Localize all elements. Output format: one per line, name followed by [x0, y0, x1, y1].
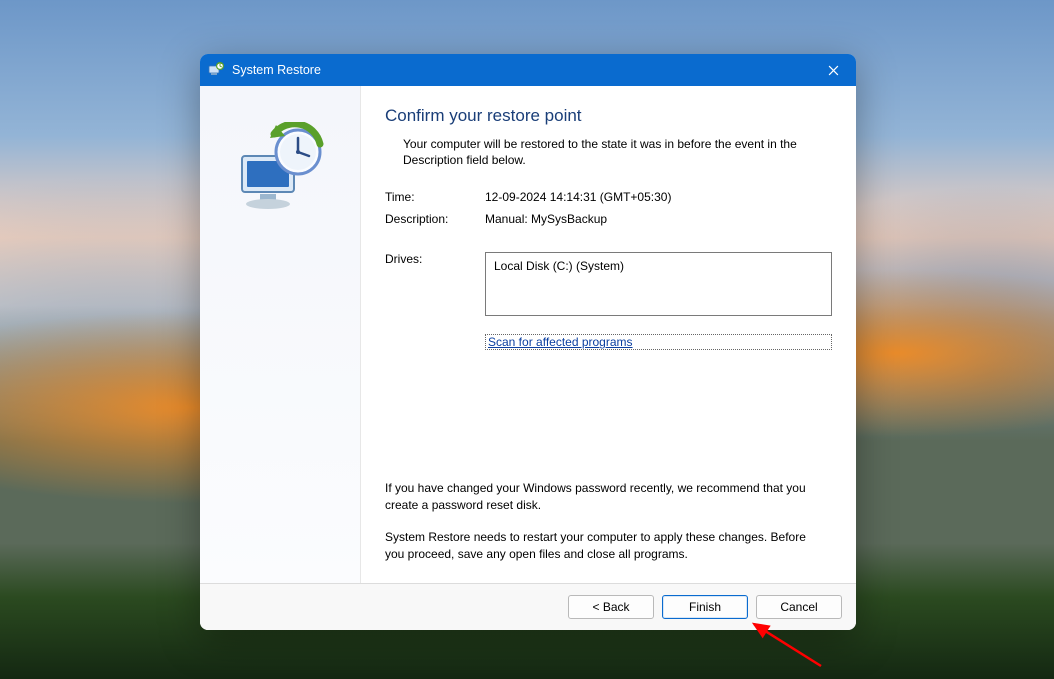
intro-text: Your computer will be restored to the st…	[403, 136, 823, 168]
close-icon	[828, 65, 839, 76]
wizard-content: Confirm your restore point Your computer…	[361, 86, 856, 583]
drives-listbox[interactable]: Local Disk (C:) (System)	[485, 252, 832, 316]
time-value: 12-09-2024 14:14:31 (GMT+05:30)	[485, 190, 832, 204]
drives-label: Drives:	[385, 252, 485, 266]
time-label: Time:	[385, 190, 485, 204]
description-value: Manual: MySysBackup	[485, 212, 832, 226]
window-title: System Restore	[232, 63, 321, 77]
scan-affected-programs-link[interactable]: Scan for affected programs	[485, 334, 832, 350]
system-restore-graphic-icon	[230, 122, 330, 222]
titlebar[interactable]: System Restore	[200, 54, 856, 86]
finish-button[interactable]: Finish	[662, 595, 748, 619]
drive-item: Local Disk (C:) (System)	[494, 259, 823, 273]
desktop-wallpaper: System Restore	[0, 0, 1054, 679]
description-label: Description:	[385, 212, 485, 226]
close-button[interactable]	[810, 54, 856, 86]
wizard-side-panel	[200, 86, 361, 583]
wizard-button-row: < Back Finish Cancel	[200, 584, 856, 630]
password-note: If you have changed your Windows passwor…	[385, 480, 825, 514]
system-restore-icon	[208, 62, 224, 78]
back-button[interactable]: < Back	[568, 595, 654, 619]
cancel-button[interactable]: Cancel	[756, 595, 842, 619]
page-heading: Confirm your restore point	[385, 106, 832, 126]
restart-note: System Restore needs to restart your com…	[385, 529, 825, 563]
system-restore-dialog: System Restore	[200, 54, 856, 630]
